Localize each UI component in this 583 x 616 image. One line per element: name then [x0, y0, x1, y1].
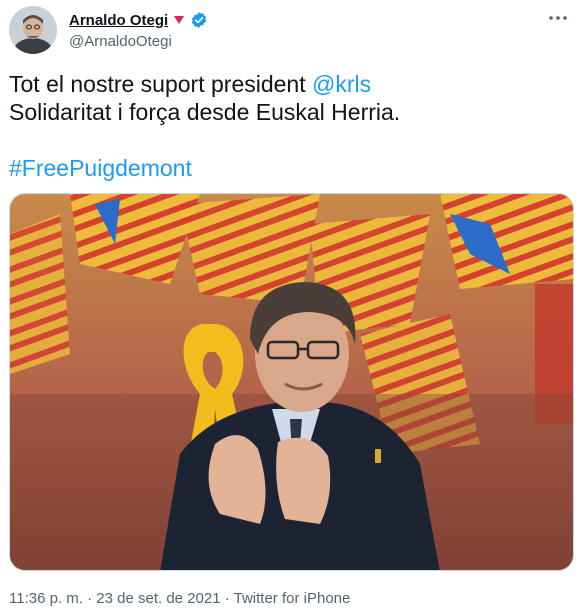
tweet-photo[interactable]: [9, 193, 574, 571]
tweet-line-1-prefix: Tot el nostre suport president: [9, 71, 312, 97]
tweet-meta: 11:36 p. m. · 23 de set. de 2021 · Twitt…: [9, 590, 350, 607]
triangle-emoji-icon: [174, 16, 185, 24]
tweet-header: Arnaldo Otegi @ArnaldoOtegi: [9, 6, 574, 56]
hashtag-line: #FreePuigdemont: [9, 154, 574, 182]
meta-separator: ·: [82, 590, 97, 607]
author-names: Arnaldo Otegi @ArnaldoOtegi: [69, 10, 208, 50]
tweet-line-1: Tot el nostre suport president @krls: [9, 70, 574, 98]
photo-image: [10, 194, 573, 570]
tweet-time[interactable]: 11:36 p. m.: [9, 590, 83, 607]
tweet-date[interactable]: 23 de set. de 2021: [96, 590, 220, 607]
avatar[interactable]: [9, 6, 57, 54]
display-name[interactable]: Arnaldo Otegi: [69, 12, 168, 29]
more-options-icon[interactable]: [548, 8, 568, 28]
tweet-line-2: Solidaritat i força desde Euskal Herria.: [9, 99, 401, 125]
meta-separator-2: ·: [220, 590, 234, 607]
mention-link[interactable]: @krls: [312, 71, 371, 97]
user-avatar: [9, 6, 57, 54]
handle[interactable]: @ArnaldoOtegi: [69, 33, 208, 50]
tweet-source[interactable]: Twitter for iPhone: [234, 590, 351, 607]
hashtag-link[interactable]: #FreePuigdemont: [9, 155, 192, 181]
tweet-text: Tot el nostre suport president @krls Sol…: [9, 70, 574, 182]
verified-badge-icon: [192, 12, 207, 28]
